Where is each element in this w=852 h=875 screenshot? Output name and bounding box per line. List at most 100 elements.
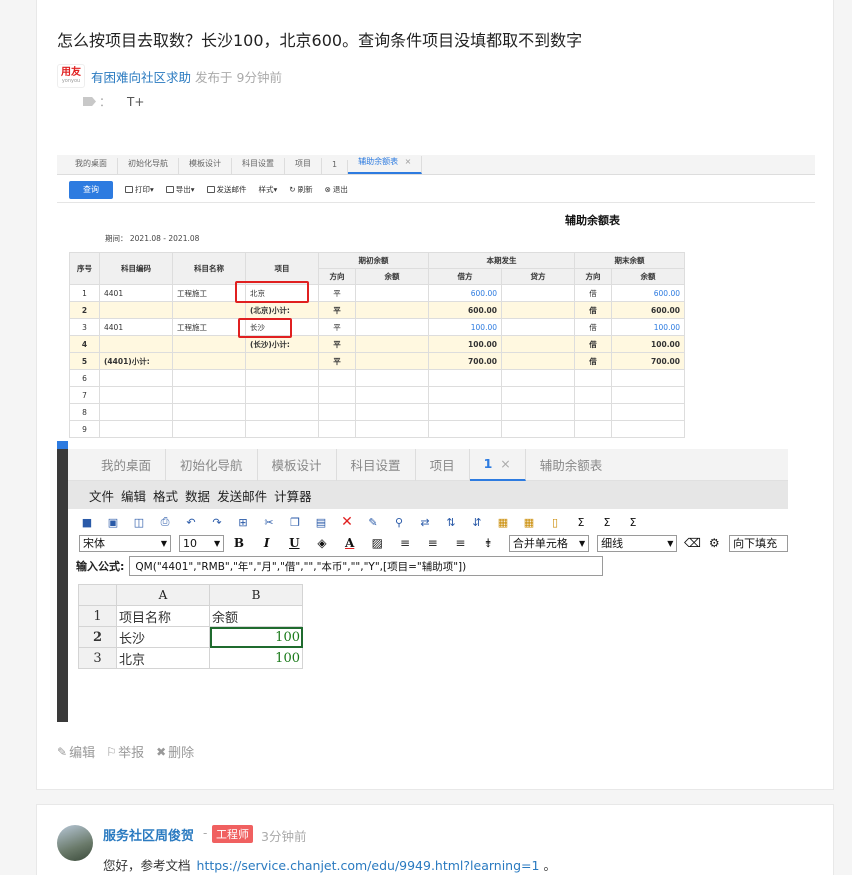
print-button[interactable]: 打印 ▾ [125, 184, 154, 195]
bold-icon[interactable]: B [232, 536, 246, 550]
style-button[interactable]: 样式 ▾ [259, 184, 278, 195]
cell-a3[interactable]: 北京 [116, 647, 210, 669]
refresh-button[interactable]: ↻ 刷新 [289, 184, 312, 195]
fill-color-icon[interactable]: ◈ [315, 536, 329, 550]
redo-icon[interactable]: ↷ [210, 515, 224, 529]
cell-code [99, 386, 173, 404]
delete-icon[interactable]: ✕ [340, 514, 354, 530]
s1-tab[interactable]: 我的桌面 [65, 158, 118, 174]
print-icon[interactable]: ⎙ [158, 515, 172, 529]
select-all-icon[interactable]: ⊞ [236, 515, 250, 529]
clipboard-icon[interactable]: ▦ [522, 515, 536, 529]
close-icon[interactable]: × [405, 157, 412, 166]
exit-button[interactable]: ⊗ 退出 [325, 184, 348, 195]
post-author-link[interactable]: 有困难向社区求助 [91, 67, 191, 86]
save-icon[interactable]: ■ [80, 515, 94, 529]
cell-credit [501, 352, 575, 370]
cell-debit: 600.00 [428, 301, 502, 319]
menu-format[interactable]: 格式 [153, 486, 178, 505]
s2-tab[interactable]: 科目设置 [337, 448, 416, 481]
sum-icon[interactable]: Σ [574, 515, 588, 529]
font-color-icon[interactable]: A [343, 536, 357, 550]
row-header[interactable]: 1 [78, 605, 117, 627]
wrap-icon[interactable]: ⇟ [481, 536, 495, 550]
border-icon[interactable]: ▨ [371, 536, 385, 550]
s2-tab[interactable]: 模板设计 [258, 448, 337, 481]
font-size-select[interactable]: 10 ▼ [179, 534, 225, 552]
cell-b1[interactable]: 余额 [209, 605, 303, 627]
cell-item [245, 369, 319, 387]
s1-tab[interactable]: 初始化导航 [118, 158, 179, 174]
underline-icon[interactable]: U [287, 536, 301, 550]
s2-tab[interactable]: 我的桌面 [87, 448, 167, 481]
fill-down-button[interactable]: 向下填充 [729, 534, 788, 552]
cell-b2[interactable]: 100 [209, 626, 303, 648]
screenshot-template-design: 我的桌面 初始化导航 模板设计 科目设置 项目 1 × 辅助余额表 文件 编辑 格… [57, 441, 788, 722]
s2-tab[interactable]: 辅助余额表 [526, 449, 617, 481]
s1-tab[interactable]: 模板设计 [179, 158, 232, 174]
settings-icon[interactable]: ⚙ [707, 536, 721, 550]
s1-tab[interactable]: 项目 [285, 158, 322, 174]
s1-tab-active[interactable]: 辅助余额表 × [348, 156, 423, 174]
sort-desc-icon[interactable]: ⇵ [470, 515, 484, 529]
col-header-a[interactable]: A [116, 584, 210, 606]
menu-calculator[interactable]: 计算器 [274, 486, 312, 505]
eraser-icon[interactable]: ⌫ [684, 536, 701, 550]
replace-icon[interactable]: ⇄ [418, 515, 432, 529]
edit-link[interactable]: ✎ 编辑 [57, 742, 95, 762]
cell-a1[interactable]: 项目名称 [116, 605, 210, 627]
paste-icon[interactable]: ▤ [314, 515, 328, 529]
italic-icon[interactable]: I [260, 536, 274, 550]
close-icon[interactable]: × [500, 456, 510, 471]
cell-a2[interactable]: 长沙 [116, 626, 210, 648]
align-left-icon[interactable]: ≡ [398, 536, 412, 550]
cell-b3[interactable]: 100 [209, 647, 303, 669]
cut-icon[interactable]: ✂ [262, 515, 276, 529]
avatar[interactable] [57, 825, 93, 861]
menu-edit[interactable]: 编辑 [121, 486, 146, 505]
undo-icon[interactable]: ↶ [184, 515, 198, 529]
tag-t-plus[interactable]: T+ [127, 95, 144, 109]
email-button[interactable]: 发送邮件 [206, 184, 247, 195]
post-actions: ✎ 编辑 ⚐ 举报 ✖ 删除 [57, 742, 206, 762]
report-link[interactable]: ⚐ 举报 [107, 742, 144, 762]
sum-col-icon[interactable]: Σ [626, 515, 640, 529]
preview-icon[interactable]: ◫ [132, 515, 146, 529]
s2-tab-bar: 我的桌面 初始化导航 模板设计 科目设置 项目 1 × 辅助余额表 [68, 448, 788, 481]
cell-name [172, 335, 246, 353]
paste-special-icon[interactable]: ▦ [496, 515, 510, 529]
s2-tab-active[interactable]: 1 × [469, 448, 526, 481]
delete-link[interactable]: ✖ 删除 [156, 742, 194, 762]
format-painter-icon[interactable]: ✎ [366, 515, 380, 529]
corner-cell[interactable] [78, 584, 117, 606]
reference-link[interactable]: https://service.chanjet.com/edu/9949.htm… [197, 858, 540, 873]
cell-d1 [318, 420, 356, 438]
save-as-icon[interactable]: ▣ [106, 515, 120, 529]
reply-author-link[interactable]: 服务社区周俊贺 [103, 825, 194, 844]
menu-send-email[interactable]: 发送邮件 [217, 486, 267, 505]
merge-cells-select[interactable]: 合并单元格 ▼ [508, 534, 590, 552]
align-center-icon[interactable]: ≡ [426, 536, 440, 550]
row-header[interactable]: 2 [78, 626, 117, 648]
find-icon[interactable]: ⚲ [392, 515, 406, 529]
export-button[interactable]: 导出 ▾ [165, 184, 195, 195]
col-no: 序号 [69, 252, 100, 285]
s2-tab[interactable]: 初始化导航 [166, 448, 258, 481]
row-header[interactable]: 3 [78, 647, 117, 669]
sum-row-icon[interactable]: Σ [600, 515, 614, 529]
line-style-select[interactable]: 细线 ▼ [597, 534, 678, 552]
col-header-b[interactable]: B [209, 584, 303, 606]
s1-tab[interactable]: 科目设置 [232, 158, 285, 174]
align-right-icon[interactable]: ≡ [454, 536, 468, 550]
menu-data[interactable]: 数据 [185, 486, 210, 505]
cell-item [245, 352, 319, 370]
menu-file[interactable]: 文件 [89, 486, 114, 505]
sort-asc-icon[interactable]: ⇅ [444, 515, 458, 529]
font-select[interactable]: 宋体 ▼ [79, 534, 172, 552]
query-button[interactable]: 查询 [69, 180, 113, 199]
formula-input[interactable]: QM("4401","RMB","年","月","借","","本币","","… [129, 556, 604, 576]
s1-tab[interactable]: 1 [322, 160, 349, 174]
doc-icon[interactable]: ▯ [548, 515, 562, 529]
copy-icon[interactable]: ❐ [288, 515, 302, 529]
s2-tab[interactable]: 项目 [416, 448, 470, 481]
